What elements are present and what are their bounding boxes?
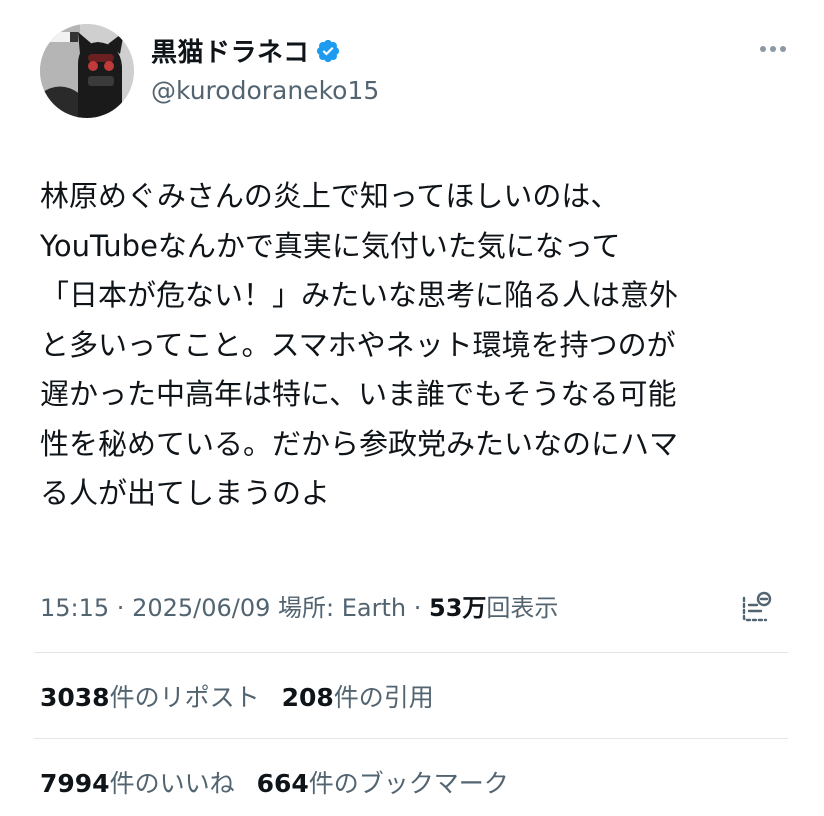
- tweet-date[interactable]: 2025/06/09: [132, 594, 270, 622]
- views-count: 53万: [429, 594, 487, 622]
- display-name[interactable]: 黒猫ドラネコ: [151, 32, 309, 69]
- likes-count: 7994: [40, 769, 110, 798]
- tweet-line: 林原めぐみさんの炎上で知ってほしいのは、: [40, 179, 620, 213]
- bookmarks-count: 664: [256, 769, 309, 798]
- quotes-stat[interactable]: 208件の引用: [282, 683, 434, 712]
- stats-row-reposts: 3038件のリポスト 208件の引用: [40, 678, 434, 714]
- likes-stat[interactable]: 7994件のいいね: [40, 769, 235, 798]
- user-handle[interactable]: @kurodoraneko15: [151, 76, 379, 105]
- likes-label: 件のいいね: [109, 769, 235, 798]
- meta-separator: ·: [109, 594, 133, 622]
- avatar-image: [40, 24, 134, 118]
- tweet-header: 黒猫ドラネコ @kurodoraneko15: [40, 24, 790, 124]
- tweet-line: 性を秘めている。だから参政党みたいなのにハマ: [40, 426, 679, 461]
- bookmarks-stat[interactable]: 664件のブックマーク: [257, 769, 509, 798]
- tweet-line: 「日本が危ない！」みたいな思考に陥る人は意外: [40, 278, 679, 312]
- tweet-time[interactable]: 15:15: [40, 594, 109, 622]
- tweet-line: と多いってこと。スマホやネット環境を持つのが: [40, 327, 676, 362]
- divider: [34, 738, 788, 739]
- tweet-meta: 15:15 · 2025/06/09 場所: Earth · 53万回表示: [40, 588, 558, 623]
- reposts-label: 件のリポスト: [109, 683, 260, 712]
- verified-badge-icon: [317, 39, 340, 62]
- tweet-line: る人が出てしまうのよ: [40, 476, 331, 510]
- tweet-line: YouTubeなんかで真実に気付いた気になって: [40, 228, 621, 263]
- reposts-count: 3038: [40, 683, 110, 712]
- divider: [34, 652, 788, 653]
- reposts-stat[interactable]: 3038件のリポスト: [40, 683, 260, 712]
- tweet-text: 林原めぐみさんの炎上で知ってほしいのは、 YouTubeなんかで真実に気付いた気…: [40, 172, 790, 519]
- views-label: 回表示: [486, 594, 559, 622]
- meta-separator: ·: [406, 594, 429, 622]
- stats-row-likes: 7994件のいいね 664件のブックマーク: [40, 764, 509, 800]
- bookmarks-label: 件のブックマーク: [308, 769, 509, 798]
- analytics-icon[interactable]: [738, 590, 774, 626]
- tweet-line: 遅かった中高年は特に、いま誰でもそうなる可能: [40, 377, 677, 411]
- tweet-location: 場所: Earth: [278, 594, 407, 622]
- more-options-icon[interactable]: [760, 42, 790, 56]
- name-row: 黒猫ドラネコ: [151, 32, 341, 69]
- avatar[interactable]: [40, 24, 134, 118]
- quotes-label: 件の引用: [333, 683, 434, 712]
- quotes-count: 208: [281, 683, 334, 712]
